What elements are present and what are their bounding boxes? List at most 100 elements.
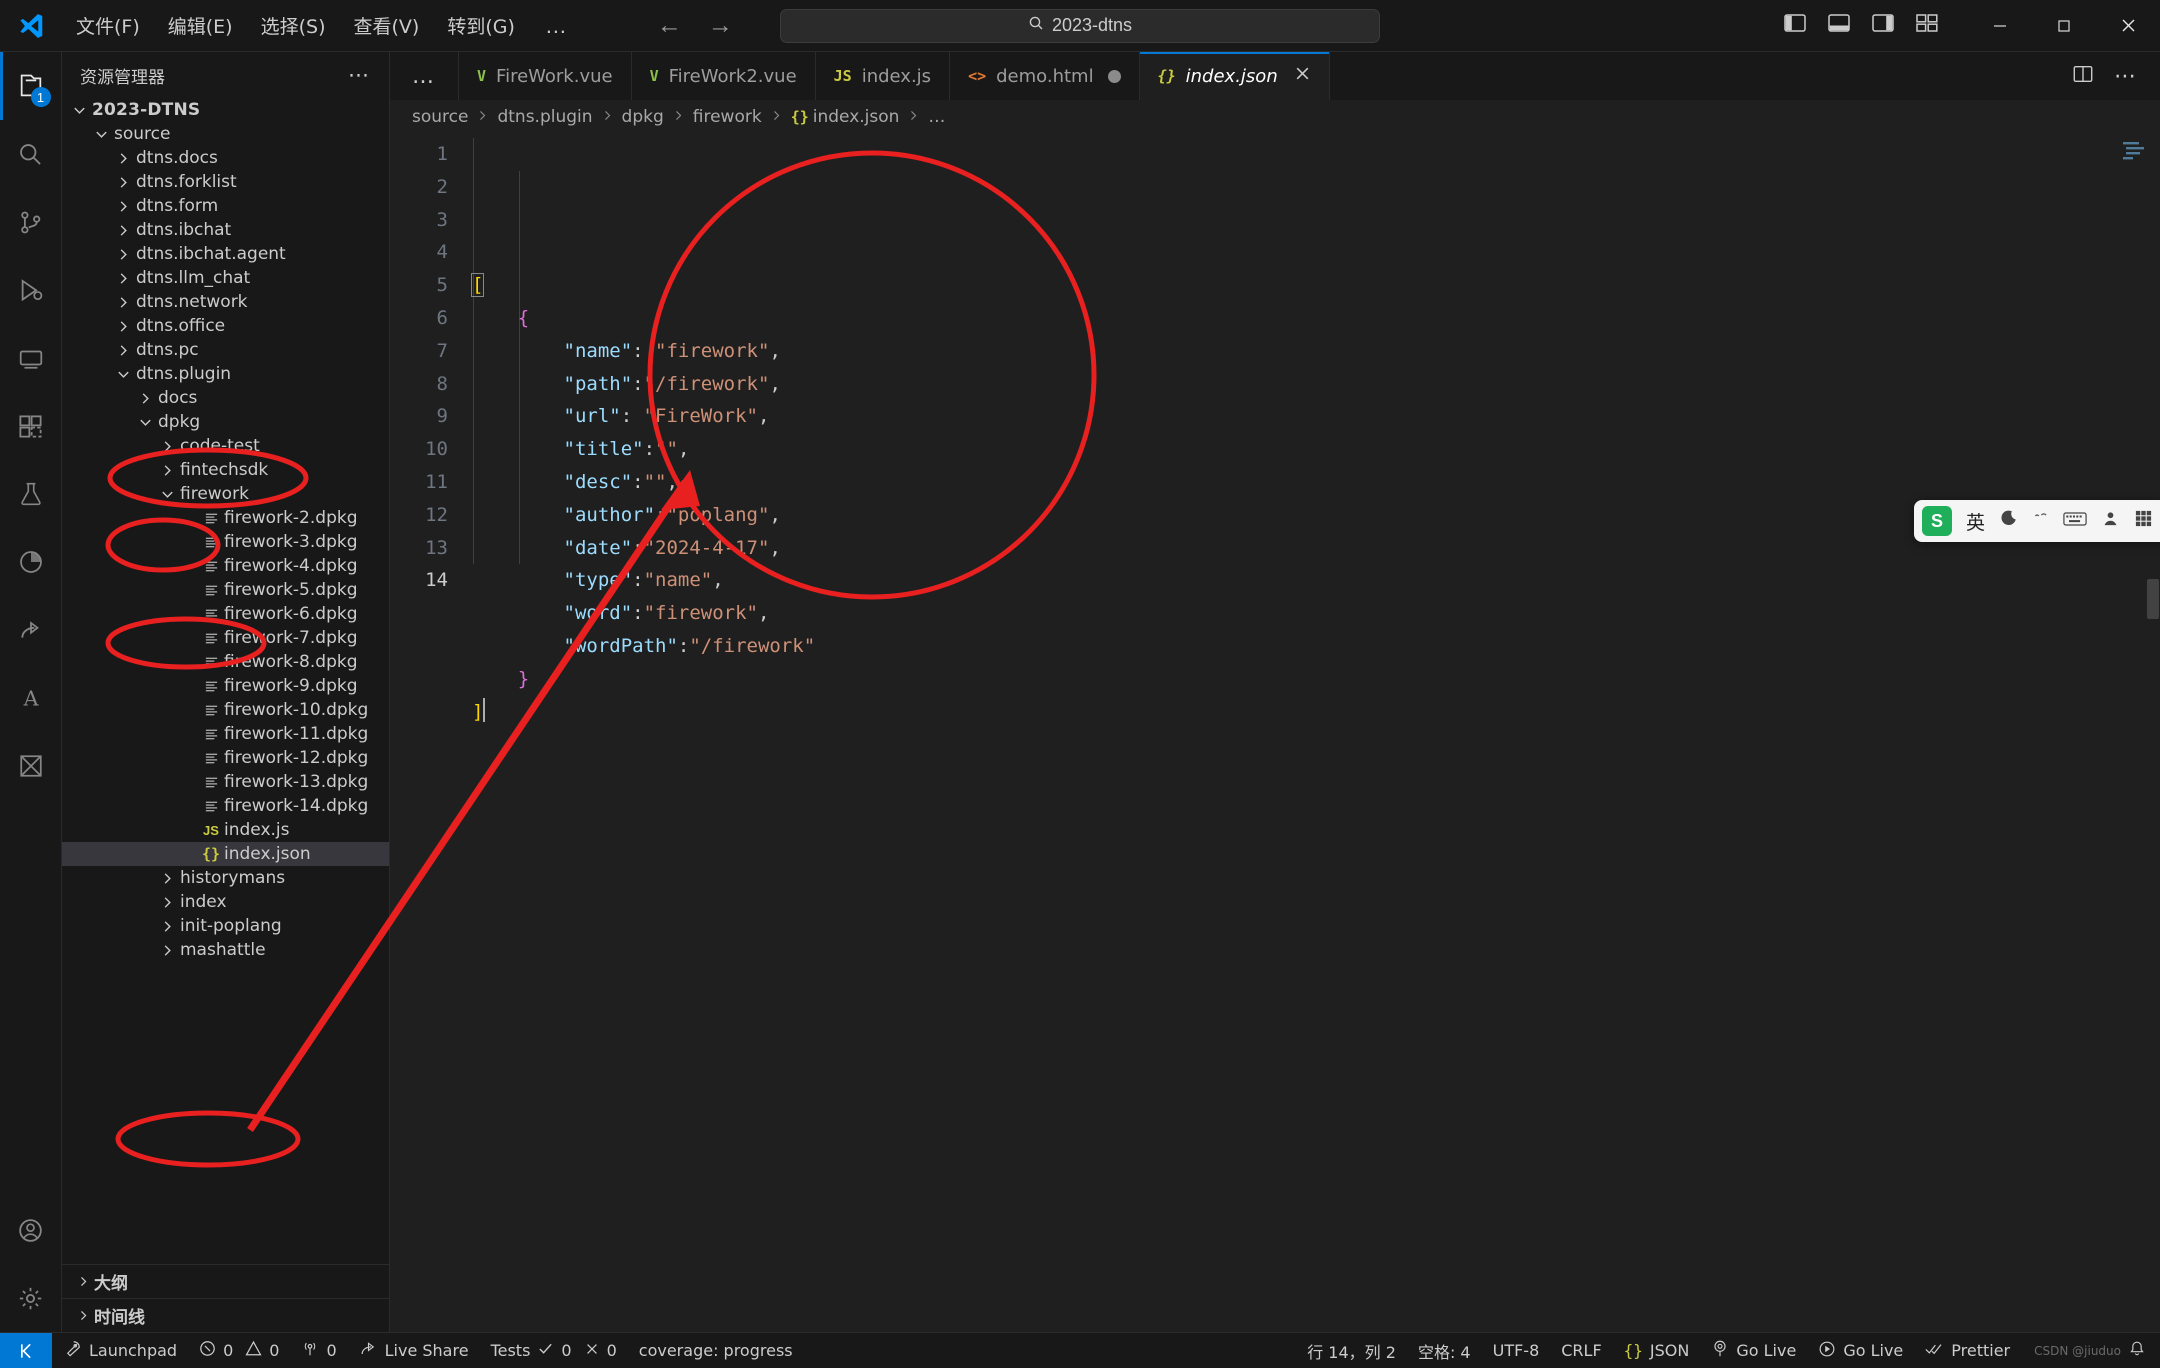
scrollbar-thumb[interactable]	[2147, 579, 2159, 619]
tree-item-source[interactable]: source	[62, 122, 389, 146]
tab-firework2-vue[interactable]: V FireWork2.vue	[631, 52, 816, 100]
status-encoding[interactable]: UTF-8	[1482, 1333, 1551, 1368]
chevron-right-icon[interactable]	[158, 895, 176, 910]
chevron-right-icon[interactable]	[114, 175, 132, 190]
code-line[interactable]: }	[472, 663, 2160, 696]
maximize-button[interactable]	[2032, 0, 2096, 52]
code-content[interactable]: [ { "name": "firework", "path":"/firewor…	[462, 134, 2160, 1332]
toggle-panel-icon[interactable]	[1828, 13, 1850, 38]
status-problems[interactable]: 0 0	[188, 1333, 290, 1368]
chevron-right-icon[interactable]	[114, 319, 132, 334]
tree-item-dtns-form[interactable]: dtns.form	[62, 194, 389, 218]
tree-item-firework-3-dpkg[interactable]: firework-3.dpkg	[62, 530, 389, 554]
chevron-right-icon[interactable]	[114, 247, 132, 262]
tab-firework-vue[interactable]: V FireWork.vue	[459, 52, 632, 100]
status-prettier[interactable]: Prettier	[1914, 1333, 2021, 1368]
tree-item-2023-dtns[interactable]: 2023-DTNS	[62, 98, 389, 122]
chevron-right-icon[interactable]	[114, 295, 132, 310]
customize-layout-icon[interactable]	[1916, 13, 1938, 38]
breadcrumb-item-4[interactable]: {} index.json	[791, 107, 900, 127]
menu-selection[interactable]: 选择(S)	[247, 6, 340, 45]
menu-edit[interactable]: 编辑(E)	[154, 6, 247, 45]
breadcrumb-item-5[interactable]: …	[928, 107, 945, 127]
editor-actions-more-icon[interactable]: ⋯	[2114, 63, 2138, 89]
split-editor-icon[interactable]	[2072, 63, 2094, 90]
status-go-live-1[interactable]: Go Live	[1700, 1333, 1807, 1368]
code-line[interactable]: "title":"",	[472, 433, 2160, 466]
tree-item-dtns-docs[interactable]: dtns.docs	[62, 146, 389, 170]
breadcrumb-item-2[interactable]: dpkg	[622, 107, 664, 127]
sidebar-item-source-control[interactable]	[0, 188, 62, 256]
tree-item-firework-6-dpkg[interactable]: firework-6.dpkg	[62, 602, 389, 626]
breadcrumb[interactable]: source dtns.plugin dpkg firework {} index.jso…	[390, 100, 2160, 134]
chevron-down-icon[interactable]	[114, 367, 132, 382]
tree-item-dtns-pc[interactable]: dtns.pc	[62, 338, 389, 362]
chevron-right-icon[interactable]	[158, 919, 176, 934]
chevron-down-icon[interactable]	[136, 415, 154, 430]
chevron-right-icon[interactable]	[158, 871, 176, 886]
code-line[interactable]: [	[470, 269, 2160, 302]
chevron-right-icon[interactable]	[136, 391, 154, 406]
chevron-down-icon[interactable]	[92, 127, 110, 142]
status-indentation[interactable]: 空格: 4	[1407, 1333, 1482, 1368]
user-icon[interactable]	[2101, 509, 2120, 533]
more-actions-icon[interactable]: ⋯	[348, 63, 379, 87]
tab-index-js[interactable]: JS index.js	[815, 52, 951, 100]
chevron-right-icon[interactable]	[114, 343, 132, 358]
code-line[interactable]: "path":"/firework",	[472, 368, 2160, 401]
voice-icon[interactable]	[2032, 510, 2049, 532]
chevron-down-icon[interactable]	[158, 487, 176, 502]
tree-item-dtns-plugin[interactable]: dtns.plugin	[62, 362, 389, 386]
chevron-right-icon[interactable]	[114, 223, 132, 238]
status-cursor-position[interactable]: 行 14，列 2	[1296, 1333, 1407, 1368]
code-line[interactable]: "author":"poplang",	[472, 499, 2160, 532]
tree-item-index-js[interactable]: JS index.js	[62, 818, 389, 842]
close-icon[interactable]	[1294, 65, 1311, 87]
tree-item-dpkg[interactable]: dpkg	[62, 410, 389, 434]
tree-item-firework[interactable]: firework	[62, 482, 389, 506]
tree-item-code-test[interactable]: code-test	[62, 434, 389, 458]
status-notifications[interactable]: CSDN @jiuduo	[2021, 1333, 2160, 1368]
tree-item-dtns-network[interactable]: dtns.network	[62, 290, 389, 314]
breadcrumb-item-1[interactable]: dtns.plugin	[497, 107, 592, 127]
chevron-right-icon[interactable]	[158, 943, 176, 958]
tree-item-dtns-ibchat-agent[interactable]: dtns.ibchat.agent	[62, 242, 389, 266]
status-go-live-2[interactable]: Go Live	[1807, 1333, 1914, 1368]
tree-item-docs[interactable]: docs	[62, 386, 389, 410]
status-language-mode[interactable]: {} JSON	[1613, 1333, 1701, 1368]
sidebar-item-jupyter[interactable]	[0, 732, 62, 800]
status-ports[interactable]: 0	[290, 1333, 347, 1368]
tree-item-dtns-forklist[interactable]: dtns.forklist	[62, 170, 389, 194]
sidebar-item-explorer[interactable]: 1	[0, 52, 62, 120]
tree-item-fintechsdk[interactable]: fintechsdk	[62, 458, 389, 482]
status-tests[interactable]: Tests 0 0	[480, 1333, 628, 1368]
tree-item-firework-5-dpkg[interactable]: firework-5.dpkg	[62, 578, 389, 602]
sidebar-item-remote-explorer[interactable]	[0, 324, 62, 392]
menu-view[interactable]: 查看(V)	[340, 6, 434, 45]
moon-icon[interactable]	[1999, 509, 2018, 533]
tab-demo-html[interactable]: <> demo.html	[950, 52, 1140, 100]
tree-item-firework-7-dpkg[interactable]: firework-7.dpkg	[62, 626, 389, 650]
tree-item-firework-12-dpkg[interactable]: firework-12.dpkg	[62, 746, 389, 770]
status-live-share[interactable]: Live Share	[348, 1333, 480, 1368]
code-editor[interactable]: 1 2 3 4 5 6 7 8 9 10 11 12 13 14 [ { "name": "firewor…	[390, 134, 2160, 1332]
chevron-right-icon[interactable]	[114, 199, 132, 214]
sidebar-item-translate[interactable]: A	[0, 664, 62, 732]
toggle-secondary-sidebar-icon[interactable]	[1872, 13, 1894, 38]
ime-toolbar[interactable]: S 英	[1914, 500, 2160, 542]
chevron-right-icon[interactable]	[114, 271, 132, 286]
code-line[interactable]: {	[472, 302, 2160, 335]
breadcrumb-item-0[interactable]: source	[412, 107, 468, 127]
tree-item-dtns-llm-chat[interactable]: dtns.llm_chat	[62, 266, 389, 290]
command-center[interactable]: 2023-dtns	[780, 8, 1380, 43]
tab-dirty-indicator[interactable]	[1107, 69, 1121, 83]
sidebar-item-extensions[interactable]	[0, 392, 62, 460]
minimize-button[interactable]	[1968, 0, 2032, 52]
menu-go[interactable]: 转到(G)	[433, 6, 529, 45]
code-line[interactable]: "desc":"",	[472, 466, 2160, 499]
status-coverage[interactable]: coverage: progress	[628, 1333, 804, 1368]
tree-item-dtns-office[interactable]: dtns.office	[62, 314, 389, 338]
file-tree[interactable]: 2023-DTNS source dtns.docs dtns.forklist dtn…	[62, 98, 389, 1264]
sidebar-item-search[interactable]	[0, 120, 62, 188]
tree-item-init-poplang[interactable]: init-poplang	[62, 914, 389, 938]
